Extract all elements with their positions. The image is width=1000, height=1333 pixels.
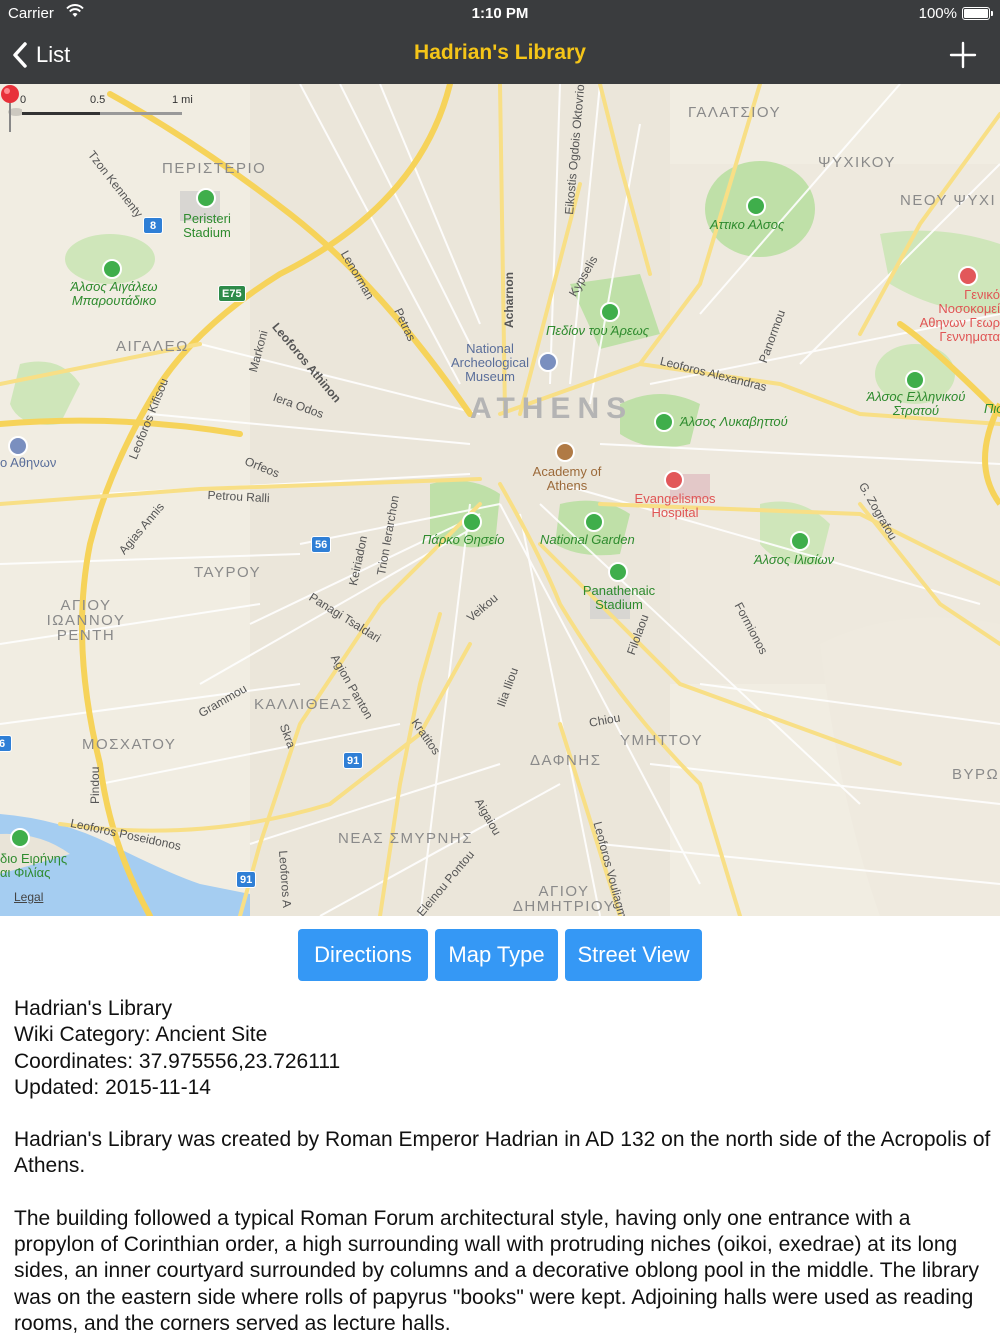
- location-pin-icon[interactable]: [0, 84, 22, 136]
- park-label: National Garden: [540, 532, 635, 547]
- site-coordinates: Coordinates: 37.975556,23.726111: [14, 1049, 341, 1073]
- route-shield: E75: [218, 285, 246, 302]
- stadium-icon: [10, 828, 30, 848]
- park-label: Άλσος Λυκαβηττού: [680, 414, 788, 429]
- park-icon: [790, 531, 810, 551]
- poi-label: National Archeological Museum: [450, 341, 530, 384]
- landmark-icon: [555, 442, 575, 462]
- battery-percent: 100%: [918, 5, 957, 22]
- park-icon: [746, 196, 766, 216]
- poi-label: Peristeri Stadium: [183, 211, 231, 240]
- park-label: Άλσος Ελληνικού Στρατού: [866, 389, 966, 418]
- park-icon: [102, 259, 122, 279]
- poi-label: Academy of Athens: [532, 464, 602, 493]
- landmark-icon: [8, 436, 28, 456]
- poi-label: Γενικό Νοσοκομεί Αθηνων Γεωρ Γεννηματα: [919, 287, 1000, 344]
- scale-label-one: 1 mi: [172, 94, 193, 106]
- route-shield: 91: [236, 871, 257, 888]
- site-details: Hadrian's Library Wiki Category: Ancient…: [14, 996, 994, 1333]
- park-label: Πισω: [984, 401, 1000, 416]
- site-updated: Updated: 2015-11-14: [14, 1075, 211, 1099]
- district-label: ΨΥΧΙΚΟΥ: [818, 154, 896, 171]
- route-shield: 91: [343, 752, 364, 769]
- site-name: Hadrian's Library: [14, 997, 173, 1020]
- road-label: Pindou: [88, 766, 102, 804]
- top-bar: Carrier 1:10 PM 100% List Hadrian's Libr…: [0, 0, 1000, 84]
- action-buttons: Directions Map Type Street View: [0, 929, 1000, 981]
- page-title: Hadrian's Library: [414, 41, 586, 64]
- status-bar: Carrier 1:10 PM 100%: [0, 0, 1000, 28]
- map-type-button[interactable]: Map Type: [435, 929, 558, 981]
- map-scale: 0 0.5 1 mi: [20, 94, 200, 120]
- route-shield: 6: [0, 735, 12, 752]
- description-paragraph: Hadrian's Library was created by Roman E…: [14, 1128, 991, 1178]
- museum-icon: [538, 352, 558, 372]
- road-label: Acharnon: [502, 271, 516, 328]
- park-icon: [905, 370, 925, 390]
- district-label: ΑΓΙΟΥ ΔΗΜΗΤΡΙΟΥ: [512, 883, 616, 915]
- park-label: Αττικο Αλσος: [710, 217, 785, 232]
- hospital-icon: [958, 266, 978, 286]
- legal-link[interactable]: Legal: [14, 890, 43, 904]
- scale-label-half: 0.5: [90, 94, 106, 106]
- nav-bar: List Hadrian's Library: [0, 28, 1000, 84]
- district-label: ΝΕΟΥ ΨΥΧΙ: [900, 192, 997, 209]
- poi-label: Panathenaic Stadium: [582, 583, 656, 612]
- district-label: ΤΑΥΡΟΥ: [194, 564, 262, 581]
- district-label: ΝΕΑΣ ΣΜΥΡΝΗΣ: [338, 830, 473, 847]
- map-view[interactable]: 0 0.5 1 mi ATHENS ΠΕΡΙΣΤΕΡΙΟ ΑΙΓΑΛΕΩ ΤΑΥ…: [0, 84, 1000, 916]
- route-shield: 56: [311, 536, 332, 553]
- park-label: Άλσος Ιλισίων: [754, 552, 835, 567]
- park-icon: [654, 412, 674, 432]
- city-label: ATHENS: [470, 392, 634, 425]
- district-label: ΑΓΙΟΥ ΙΩΑΝΝΟΥ ΡΕΝΤΗ: [46, 597, 126, 644]
- district-label: ΒΥΡΩ: [952, 766, 1000, 783]
- district-label: ΔΑΦΝΗΣ: [530, 752, 602, 769]
- site-meta: Hadrian's Library Wiki Category: Ancient…: [14, 996, 994, 1101]
- site-category: Wiki Category: Ancient Site: [14, 1023, 268, 1047]
- poi-label: Evangelismos Hospital: [634, 491, 716, 520]
- poi-label: διο Ειρήνης αι Φιλίας: [0, 851, 68, 880]
- district-label: ΚΑΛΛΙΘΕΑΣ: [254, 696, 353, 713]
- poi-label: ο Αθηνων: [0, 455, 57, 470]
- hospital-icon: [664, 470, 684, 490]
- park-label: Πεδίον του Άρεως: [546, 323, 650, 338]
- district-label: ΑΙΓΑΛΕΩ: [116, 338, 189, 355]
- district-label: ΓΑΛΑΤΣΙΟΥ: [688, 104, 782, 121]
- route-shield: 8: [143, 217, 163, 234]
- battery-icon: [962, 7, 993, 20]
- park-icon: [600, 302, 620, 322]
- district-label: ΠΕΡΙΣΤΕΡΙΟ: [162, 160, 267, 177]
- stadium-icon: [196, 188, 216, 208]
- plus-icon[interactable]: [948, 40, 978, 70]
- district-label: ΜΟΣΧΑΤΟΥ: [82, 736, 177, 753]
- park-label: Πάρκο Θησείο: [422, 532, 505, 547]
- park-icon: [462, 512, 482, 532]
- district-label: ΥΜΗΤΤΟΥ: [620, 732, 704, 749]
- park-label: Άλσος Αιγάλεω Μπαρουτάδικο: [70, 279, 158, 308]
- stadium-icon: [608, 562, 628, 582]
- scale-bar: [22, 112, 182, 115]
- map-base: [0, 84, 1000, 916]
- description-paragraph: The building followed a typical Roman Fo…: [14, 1206, 980, 1333]
- park-icon: [584, 512, 604, 532]
- clock: 1:10 PM: [471, 5, 529, 22]
- directions-button[interactable]: Directions: [298, 929, 428, 981]
- street-view-button[interactable]: Street View: [565, 929, 702, 981]
